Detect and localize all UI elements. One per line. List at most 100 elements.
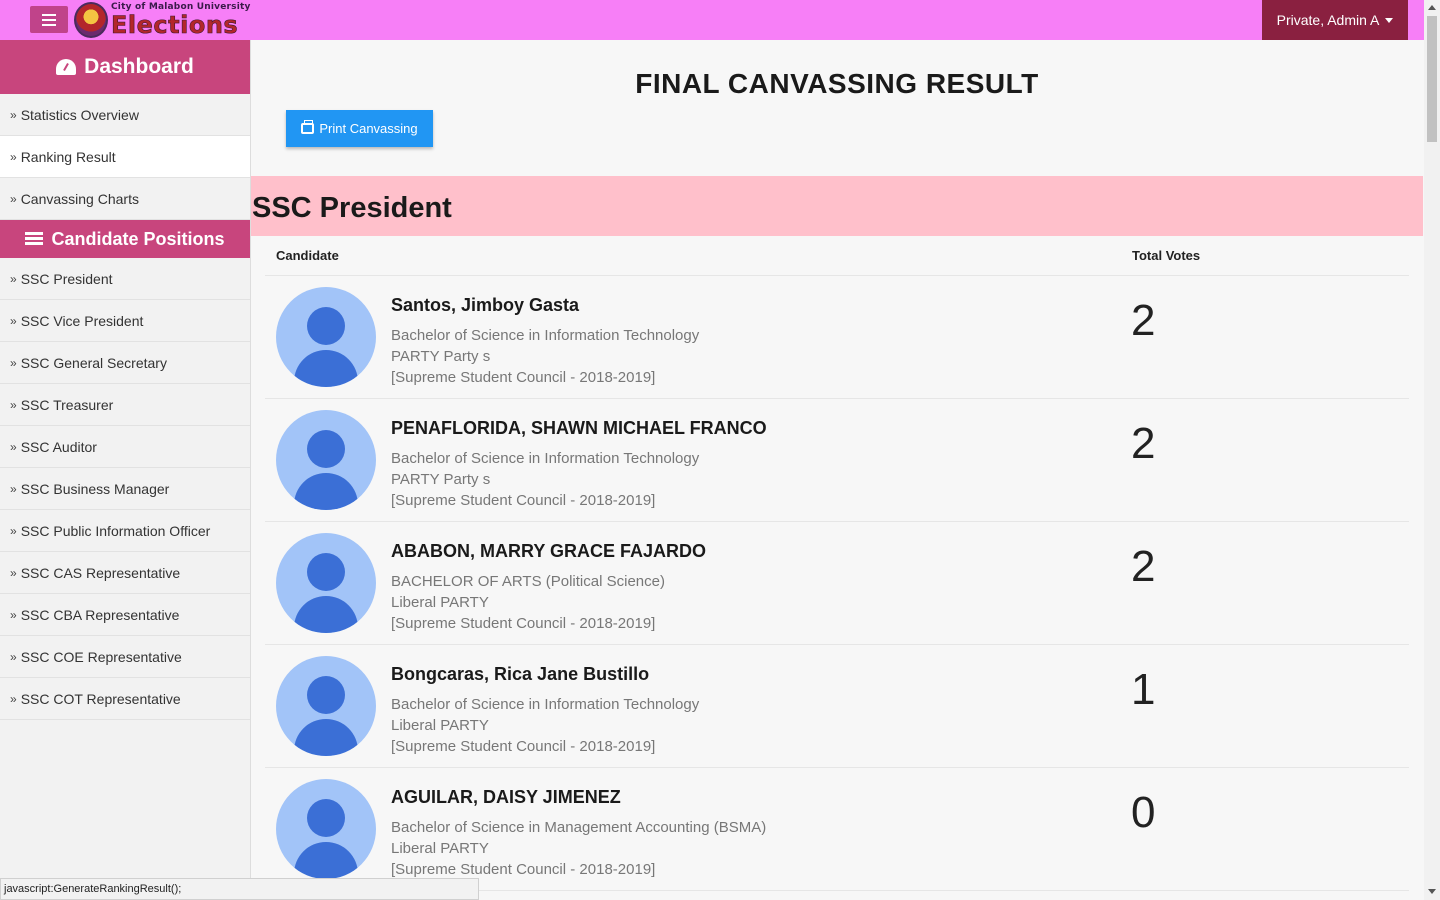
sidebar-heading-label: Candidate Positions	[51, 228, 225, 249]
sidebar-item-ssc-auditor[interactable]: » SSC Auditor	[0, 426, 250, 468]
chevron-right-icon: »	[10, 397, 17, 412]
chevron-right-icon: »	[10, 607, 17, 622]
avatar	[276, 287, 376, 387]
chevron-right-icon: »	[10, 191, 17, 206]
table-row: ABABON, MARRY GRACE FAJARDO BACHELOR OF …	[265, 522, 1409, 645]
sidebar-item-ranking-result[interactable]: » Ranking Result	[0, 136, 250, 178]
dashboard-gauge-icon	[56, 59, 77, 75]
candidate-name: Bongcaras, Rica Jane Bustillo	[391, 664, 650, 684]
sidebar-item-label: SSC General Secretary	[20, 354, 167, 371]
hamburger-menu-button[interactable]	[30, 6, 68, 33]
sidebar-item-label: SSC Public Information Officer	[20, 522, 211, 539]
candidate-party: PARTY Party s	[391, 471, 491, 488]
sidebar-item-label: Statistics Overview	[20, 106, 139, 123]
user-menu-label: Private, Admin A	[1276, 12, 1380, 28]
candidate-course: Bachelor of Science in Management Accoun…	[391, 819, 767, 836]
chevron-right-icon: »	[10, 481, 17, 496]
chevron-right-icon: »	[10, 355, 17, 370]
column-header-total-votes: Total Votes	[1132, 248, 1201, 263]
table-row: Santos, Jimboy Gasta Bachelor of Science…	[265, 276, 1409, 399]
avatar	[276, 533, 376, 633]
page-title: FINAL CANVASSING RESULT	[635, 68, 1039, 99]
sidebar-item-label: SSC President	[20, 270, 113, 287]
sidebar-item-ssc-cot-representative[interactable]: » SSC COT Representative	[0, 678, 250, 720]
list-icon	[25, 232, 44, 246]
sidebar-item-statistics-overview[interactable]: » Statistics Overview	[0, 94, 250, 136]
hamburger-icon	[42, 13, 56, 26]
sidebar-item-label: SSC Business Manager	[20, 480, 170, 497]
candidate-council: [Supreme Student Council - 2018-2019]	[391, 615, 656, 632]
candidate-party: Liberal PARTY	[391, 594, 489, 611]
chevron-right-icon: »	[10, 523, 17, 538]
sidebar-heading-label: Dashboard	[84, 55, 194, 78]
candidate-council: [Supreme Student Council - 2018-2019]	[391, 369, 656, 386]
candidate-course: Bachelor of Science in Information Techn…	[391, 327, 700, 344]
chevron-right-icon: »	[10, 649, 17, 664]
printer-icon	[301, 120, 315, 134]
sidebar-item-label: Canvassing Charts	[20, 190, 139, 207]
candidate-name: Santos, Jimboy Gasta	[391, 295, 580, 315]
browser-status-bar: javascript:GenerateRankingResult();	[0, 878, 479, 900]
sidebar-item-ssc-president[interactable]: » SSC President	[0, 258, 250, 300]
candidate-council: [Supreme Student Council - 2018-2019]	[391, 861, 656, 878]
sidebar-item-ssc-cba-representative[interactable]: » SSC CBA Representative	[0, 594, 250, 636]
sidebar-heading-dashboard[interactable]: Dashboard	[0, 40, 250, 94]
scroll-up-arrow-icon[interactable]	[1428, 5, 1436, 10]
elections-logo[interactable]: City of Malabon University Elections	[74, 0, 251, 40]
sidebar-item-label: SSC COT Representative	[20, 690, 181, 707]
sidebar-heading-candidate-positions[interactable]: Candidate Positions	[0, 220, 250, 258]
chevron-right-icon: »	[10, 313, 17, 328]
sidebar-item-ssc-cas-representative[interactable]: » SSC CAS Representative	[0, 552, 250, 594]
candidate-course: BACHELOR OF ARTS (Political Science)	[391, 573, 665, 590]
logo-title: Elections	[111, 11, 239, 39]
chevron-right-icon: »	[10, 691, 17, 706]
page-scrollbar[interactable]	[1424, 0, 1440, 900]
university-seal-icon	[74, 2, 108, 38]
sidebar-item-ssc-general-secretary[interactable]: » SSC General Secretary	[0, 342, 250, 384]
candidate-party: PARTY Party s	[391, 348, 491, 365]
sidebar-item-ssc-vice-president[interactable]: » SSC Vice President	[0, 300, 250, 342]
chevron-right-icon: »	[10, 271, 17, 286]
main-content: FINAL CANVASSING RESULT Print Canvassing…	[251, 40, 1423, 900]
scrollbar-thumb[interactable]	[1427, 16, 1437, 142]
candidate-total-votes: 2	[1131, 419, 1156, 468]
candidate-party: Liberal PARTY	[391, 717, 489, 734]
sidebar-item-label: SSC Auditor	[20, 438, 97, 455]
user-menu-dropdown[interactable]: Private, Admin A	[1262, 0, 1408, 40]
candidate-total-votes: 2	[1131, 542, 1156, 591]
column-header-candidate: Candidate	[276, 248, 339, 263]
scroll-down-arrow-icon[interactable]	[1428, 889, 1436, 894]
avatar	[276, 779, 376, 879]
chevron-right-icon: »	[10, 107, 17, 122]
chevron-right-icon: »	[10, 439, 17, 454]
sidebar-item-label: SSC Vice President	[20, 312, 144, 329]
caret-down-icon	[1385, 17, 1394, 23]
chevron-right-icon: »	[10, 565, 17, 580]
candidate-party: Liberal PARTY	[391, 840, 489, 857]
sidebar-item-ssc-coe-representative[interactable]: » SSC COE Representative	[0, 636, 250, 678]
candidate-name: PENAFLORIDA, SHAWN MICHAEL FRANCO	[391, 418, 767, 438]
sidebar-item-label: Ranking Result	[20, 148, 116, 165]
sidebar-item-label: SSC CAS Representative	[20, 564, 181, 581]
table-row: PENAFLORIDA, SHAWN MICHAEL FRANCO Bachel…	[265, 399, 1409, 522]
candidate-total-votes: 2	[1131, 296, 1156, 345]
position-section-header: SSC President	[251, 176, 1423, 236]
sidebar-item-canvassing-charts[interactable]: » Canvassing Charts	[0, 178, 250, 220]
sidebar-item-ssc-treasurer[interactable]: » SSC Treasurer	[0, 384, 250, 426]
candidate-council: [Supreme Student Council - 2018-2019]	[391, 738, 656, 755]
candidates-table: Candidate Total Votes Santos, Jimboy Gas…	[265, 236, 1409, 891]
candidate-course: Bachelor of Science in Information Techn…	[391, 450, 700, 467]
candidate-total-votes: 0	[1131, 788, 1156, 837]
position-title: SSC President	[252, 192, 452, 224]
candidate-name: ABABON, MARRY GRACE FAJARDO	[391, 541, 707, 561]
avatar	[276, 410, 376, 510]
sidebar-item-ssc-public-information-officer[interactable]: » SSC Public Information Officer	[0, 510, 250, 552]
sidebar-item-ssc-business-manager[interactable]: » SSC Business Manager	[0, 468, 250, 510]
sidebar: Dashboard » Statistics Overview » Ranking …	[0, 40, 251, 900]
print-canvassing-button[interactable]: Print Canvassing	[286, 110, 433, 147]
candidate-name: AGUILAR, DAISY JIMENEZ	[391, 787, 621, 807]
sidebar-item-label: SSC Treasurer	[20, 396, 114, 413]
table-header-row: Candidate Total Votes	[265, 236, 1409, 276]
avatar	[276, 656, 376, 756]
candidate-council: [Supreme Student Council - 2018-2019]	[391, 492, 656, 509]
